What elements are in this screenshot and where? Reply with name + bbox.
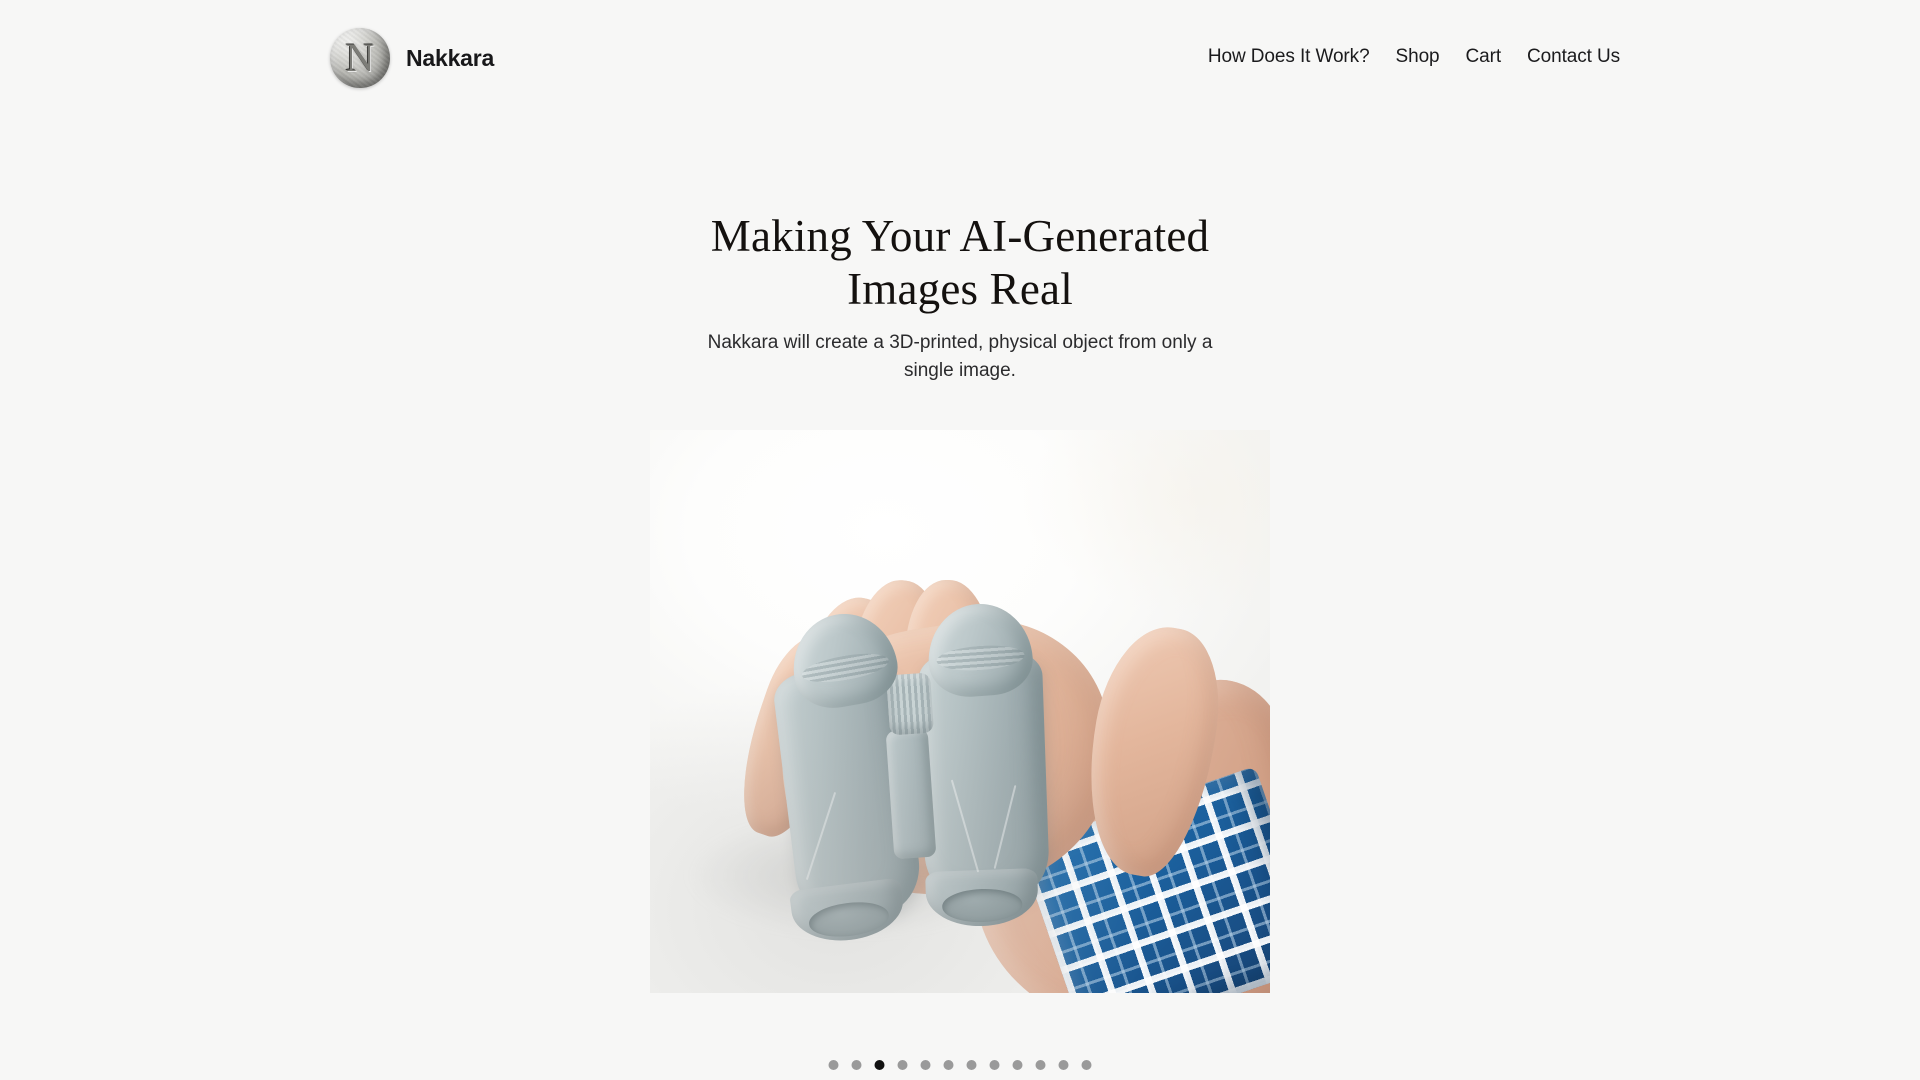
hero-subtitle: Nakkara will create a 3D-printed, physic…: [707, 332, 1213, 381]
carousel-pagination: [828, 1060, 1092, 1070]
page-title: Making Your AI-Generated Images Real: [710, 211, 1210, 314]
carousel-dot-1[interactable]: [828, 1060, 839, 1070]
carousel-dot-4[interactable]: [897, 1060, 908, 1070]
main-navigation: How Does It Work? Shop Cart Contact Us: [1208, 46, 1620, 68]
brand-name: Nakkara: [406, 44, 495, 71]
carousel-dot-3[interactable]: [874, 1060, 885, 1070]
carousel-dot-5[interactable]: [920, 1060, 931, 1070]
carousel-dot-11[interactable]: [1058, 1060, 1069, 1070]
brand-home-link[interactable]: N Nakkara: [330, 28, 494, 88]
carousel-dot-12[interactable]: [1081, 1060, 1092, 1070]
site-header: N Nakkara How Does It Work? Shop Cart Co…: [0, 0, 1920, 122]
logo-letter: N: [345, 35, 375, 80]
carousel-dot-6[interactable]: [943, 1060, 954, 1070]
carousel-dot-10[interactable]: [1035, 1060, 1046, 1070]
nav-item-shop[interactable]: Shop: [1396, 46, 1440, 68]
nav-item-cart[interactable]: Cart: [1466, 46, 1502, 68]
carousel-dot-2[interactable]: [851, 1060, 862, 1070]
carousel-dot-7[interactable]: [966, 1060, 977, 1070]
carousel-dot-8[interactable]: [989, 1060, 1000, 1070]
hero-photo-background: [650, 430, 1270, 993]
nakkara-disc-logo-icon: N: [330, 28, 390, 88]
nav-item-contact-us[interactable]: Contact Us: [1527, 46, 1620, 68]
nav-item-how-does-it-work[interactable]: How Does It Work?: [1208, 46, 1370, 68]
photo-vignette: [650, 430, 1270, 993]
hero-image[interactable]: [650, 430, 1270, 993]
carousel-dot-9[interactable]: [1012, 1060, 1023, 1070]
